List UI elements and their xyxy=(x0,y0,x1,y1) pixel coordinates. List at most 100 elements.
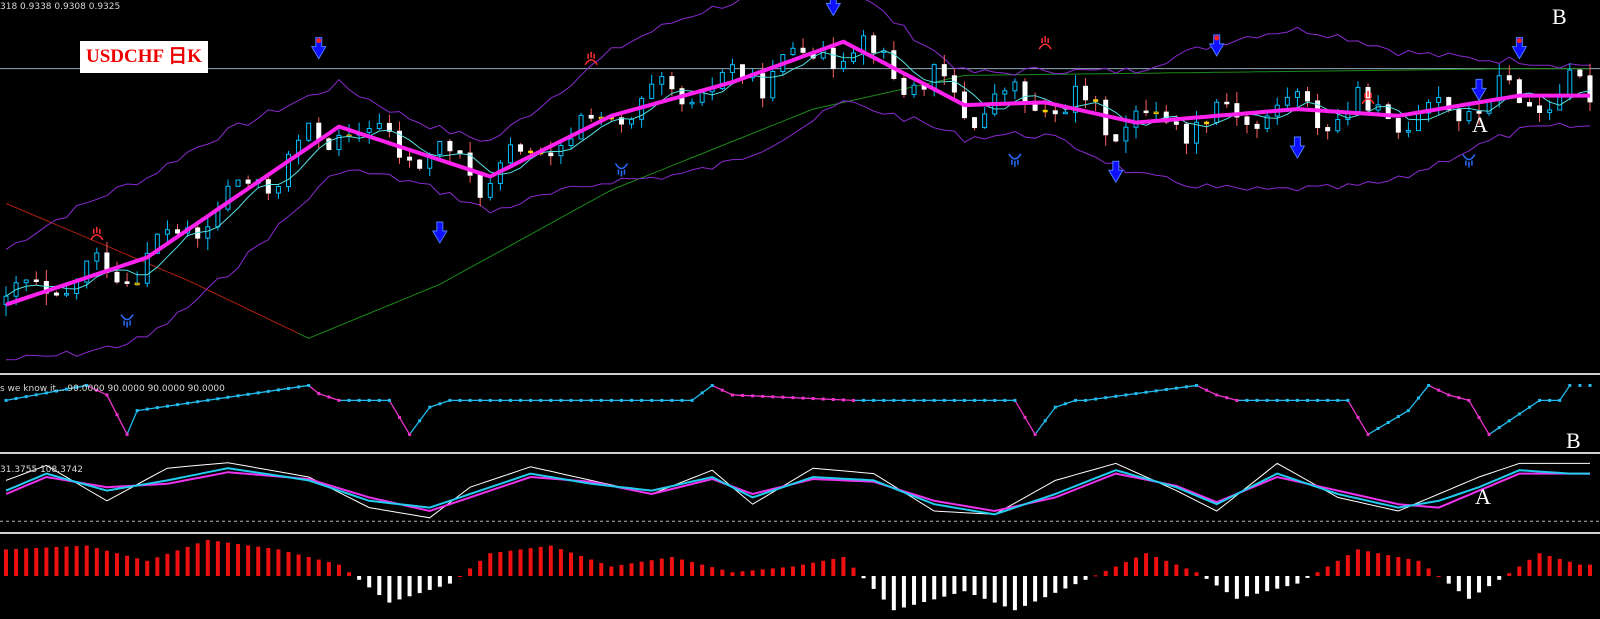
stepline-point xyxy=(791,396,795,400)
stepline-point xyxy=(539,398,543,402)
panel-divider[interactable] xyxy=(0,452,1600,454)
candle-body xyxy=(1183,123,1189,144)
candle-body xyxy=(114,271,120,283)
stepline-point xyxy=(1205,388,1209,392)
candle-body xyxy=(830,47,836,69)
histogram-bar xyxy=(1355,549,1360,576)
histogram-bar xyxy=(821,560,826,576)
histogram-bar xyxy=(720,569,725,576)
histogram-bar xyxy=(498,551,503,576)
stepline-point xyxy=(720,388,724,392)
histogram-bar xyxy=(1194,572,1199,576)
stepline-point xyxy=(145,407,149,411)
oscillator-info: 31.3755 108.3742 xyxy=(0,465,84,475)
candle-body xyxy=(941,64,947,77)
histogram-bar xyxy=(629,563,634,576)
stepline-point xyxy=(508,398,512,402)
stepline-point xyxy=(1376,426,1380,430)
histogram-bar xyxy=(558,549,563,576)
histogram-bar xyxy=(1305,576,1310,578)
histogram-bar xyxy=(1537,553,1542,576)
stepline-point xyxy=(1396,415,1400,419)
histogram-indicator-panel[interactable] xyxy=(4,539,1592,611)
candle-body xyxy=(1143,110,1149,114)
candle-body xyxy=(265,179,271,194)
main-price-panel[interactable] xyxy=(0,0,1600,361)
histogram-bar xyxy=(1244,576,1249,597)
histogram-bar xyxy=(1436,576,1441,577)
stepline-indicator-panel[interactable] xyxy=(4,383,1592,436)
histogram-bar xyxy=(54,547,59,576)
stepline-point xyxy=(932,398,936,402)
candle-body xyxy=(1466,111,1472,122)
candle-body xyxy=(1123,126,1129,142)
stepline-segment xyxy=(1559,385,1571,401)
stepline-point xyxy=(892,398,896,402)
stepline-point xyxy=(1033,432,1037,436)
histogram-bar xyxy=(548,545,553,576)
stepline-point xyxy=(24,395,28,399)
stepline-point xyxy=(478,398,482,402)
stepline-point xyxy=(690,398,694,402)
histogram-bar xyxy=(1063,576,1068,589)
signal-hand-icon xyxy=(90,226,104,241)
stepline-point xyxy=(519,398,523,402)
stepline-point xyxy=(1346,398,1350,402)
stepline-point xyxy=(286,386,290,390)
candle-body xyxy=(1294,91,1300,98)
histogram-bar xyxy=(599,563,604,576)
stepline-point xyxy=(1104,396,1108,400)
histogram-bar xyxy=(589,559,594,576)
histogram-bar xyxy=(1416,560,1421,576)
stepline-point xyxy=(438,402,442,406)
candle-body xyxy=(1002,90,1008,95)
stepline-point xyxy=(1184,385,1188,389)
histogram-bar xyxy=(1285,576,1290,587)
candle-body xyxy=(1355,86,1361,113)
histogram-bar xyxy=(679,559,684,576)
histogram-bar xyxy=(306,557,311,576)
candle-body xyxy=(982,113,988,129)
histogram-bar xyxy=(760,569,765,576)
histogram-bar xyxy=(1446,576,1451,584)
histogram-bar xyxy=(1164,560,1169,576)
stepline-point xyxy=(377,398,381,402)
stepline-point xyxy=(862,398,866,402)
candle-body xyxy=(528,150,534,154)
stepline-point xyxy=(1215,393,1219,397)
candle-body xyxy=(407,156,413,161)
stepline-point xyxy=(498,398,502,402)
stepline-point xyxy=(256,391,260,395)
histogram-bar xyxy=(1406,558,1411,576)
histogram-bar xyxy=(1396,557,1401,576)
panel-divider[interactable] xyxy=(0,373,1600,375)
stepline-point xyxy=(962,398,966,402)
candle-body xyxy=(1415,112,1421,132)
chart-canvas xyxy=(0,0,1600,611)
histogram-bar xyxy=(145,560,150,576)
histogram-bar xyxy=(1487,576,1492,587)
buy-arrow-icon xyxy=(1289,136,1306,160)
candle-body xyxy=(1456,109,1462,122)
oscillator-indicator-panel[interactable] xyxy=(0,462,1600,522)
histogram-bar xyxy=(316,559,321,576)
histogram-bar xyxy=(1073,576,1078,585)
stepline-point xyxy=(1073,398,1077,402)
panel-divider[interactable] xyxy=(0,532,1600,534)
histogram-bar xyxy=(1023,576,1028,606)
candle-body xyxy=(800,47,806,53)
candle-body xyxy=(1284,96,1290,106)
stepline-point xyxy=(761,394,765,398)
histogram-bar xyxy=(1325,566,1330,576)
histogram-bar xyxy=(992,576,997,603)
stepline-point xyxy=(387,398,391,402)
stepline-point xyxy=(1255,398,1259,402)
stepline-point xyxy=(619,398,623,402)
histogram-bar xyxy=(1204,576,1209,579)
stepline-point xyxy=(781,395,785,399)
candle-body xyxy=(235,179,241,187)
stepline-point xyxy=(1094,397,1098,401)
histogram-bar xyxy=(851,567,856,576)
sell-arrow-dot xyxy=(1516,38,1522,44)
stepline-point xyxy=(176,403,180,407)
